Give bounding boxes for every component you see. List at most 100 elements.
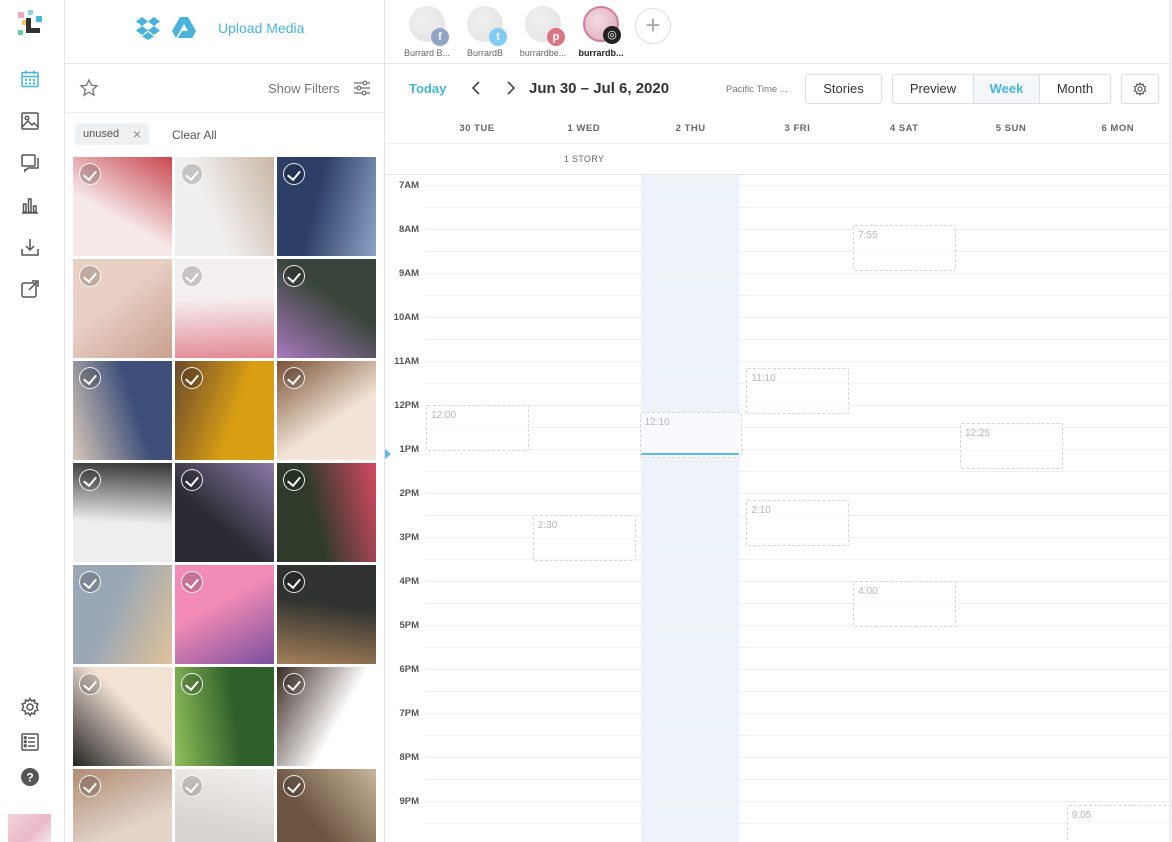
hour-label: 8PM <box>399 752 419 763</box>
hour-line <box>425 339 1172 340</box>
preview-button[interactable]: Preview <box>892 74 974 104</box>
hour-line <box>425 823 1172 824</box>
media-thumb-sky-streetlight[interactable] <box>277 157 376 256</box>
time-slot[interactable]: 7:55 <box>853 225 956 272</box>
select-checkbox[interactable] <box>79 673 101 695</box>
conversations-icon[interactable] <box>19 152 41 174</box>
media-thumb-lipsticks[interactable] <box>73 157 172 256</box>
hour-line <box>425 581 1172 582</box>
select-checkbox[interactable] <box>181 571 203 593</box>
upload-media-button[interactable]: Upload Media <box>218 20 304 36</box>
month-view-button[interactable]: Month <box>1039 74 1111 104</box>
media-thumb-makeup-brushes[interactable] <box>277 565 376 664</box>
link-icon[interactable] <box>19 278 41 300</box>
week-grid: 7AM 8AM 9AM 10AM 11AM 12PM 1PM 2PM 3PM 4PM 5PM 6PM 7… <box>385 175 1172 842</box>
hour-line <box>425 735 1172 736</box>
select-checkbox[interactable] <box>181 775 203 797</box>
stories-button[interactable]: Stories <box>805 74 882 104</box>
time-slot[interactable]: 2:10 <box>746 500 850 547</box>
media-thumb-hand-cream[interactable] <box>73 769 172 842</box>
time-slot[interactable]: 12:25 <box>960 423 1063 470</box>
select-checkbox[interactable] <box>181 469 203 491</box>
today-button[interactable]: Today <box>409 81 446 96</box>
select-checkbox[interactable] <box>283 265 305 287</box>
filter-bar: Show Filters <box>65 64 384 113</box>
media-thumb-skin-product[interactable] <box>175 769 274 842</box>
google-drive-icon[interactable] <box>171 16 197 40</box>
select-checkbox[interactable] <box>181 163 203 185</box>
media-thumb-jar-with-flower[interactable] <box>175 157 274 256</box>
select-checkbox[interactable] <box>79 265 101 287</box>
select-checkbox[interactable] <box>283 775 305 797</box>
media-thumb-floral-hair[interactable] <box>277 361 376 460</box>
media-thumb-plant-leaves[interactable] <box>175 667 274 766</box>
media-thumb-brushes-pink[interactable] <box>175 565 274 664</box>
timezone-select[interactable]: Pacific Time ... <box>726 84 798 95</box>
star-icon[interactable] <box>79 78 99 98</box>
calendar-icon[interactable] <box>19 68 41 90</box>
time-slot[interactable]: 9:05 <box>1066 804 1170 842</box>
media-thumb-graffiti-wall[interactable] <box>73 361 172 460</box>
hour-label: 2PM <box>399 488 419 499</box>
media-thumb-bottle[interactable] <box>277 667 376 766</box>
chevron-left-icon[interactable] <box>467 78 487 98</box>
select-checkbox[interactable] <box>181 673 203 695</box>
app-logo-icon[interactable] <box>14 8 46 40</box>
help-icon[interactable]: ? <box>19 766 41 788</box>
story-count[interactable]: 1 STORY <box>531 154 637 164</box>
add-account-button[interactable]: + <box>635 8 671 44</box>
select-checkbox[interactable] <box>283 673 305 695</box>
select-checkbox[interactable] <box>283 367 305 389</box>
checklist-icon[interactable] <box>19 731 41 753</box>
filter-tag: unused × <box>75 123 150 145</box>
time-slot[interactable]: 2:30 <box>532 515 636 561</box>
select-checkbox[interactable] <box>181 367 203 389</box>
slot-time: 9:05 <box>1071 809 1092 821</box>
day-header: 2 THU <box>675 123 706 134</box>
time-slot[interactable]: 4:00 <box>853 581 956 627</box>
media-thumb-pink-roses[interactable] <box>175 259 274 358</box>
media-thumb-purple-flowers[interactable] <box>277 259 376 358</box>
media-thumb-eye-closeup[interactable] <box>73 259 172 358</box>
media-thumb-woman-trees[interactable] <box>175 463 274 562</box>
select-checkbox[interactable] <box>283 571 305 593</box>
hour-line <box>425 757 1172 758</box>
media-thumb-powder-brushes[interactable] <box>73 667 172 766</box>
calendar-settings-button[interactable] <box>1121 74 1159 104</box>
account-avatar: p <box>525 6 565 46</box>
hour-label: 8AM <box>398 224 419 235</box>
select-checkbox[interactable] <box>79 775 101 797</box>
media-library-panel: Upload Media Show Filters unused × Clear … <box>65 0 385 842</box>
select-checkbox[interactable] <box>181 265 203 287</box>
dropbox-icon[interactable] <box>135 16 161 40</box>
sliders-icon[interactable] <box>353 79 371 97</box>
media-thumb-shop-interior[interactable] <box>277 769 376 842</box>
time-slot[interactable]: 12:10 <box>639 412 743 459</box>
chevron-right-icon[interactable] <box>500 78 520 98</box>
account-ig[interactable]: ◎ burrardb... <box>563 6 639 58</box>
slot-time: 2:30 <box>537 520 558 531</box>
close-icon[interactable]: × <box>133 123 141 145</box>
show-filters-button[interactable]: Show Filters <box>268 81 340 96</box>
time-slot[interactable]: 12:00 <box>426 405 529 451</box>
select-checkbox[interactable] <box>79 367 101 389</box>
clear-all-button[interactable]: Clear All <box>172 128 217 142</box>
media-thumb-mural-woman[interactable] <box>73 565 172 664</box>
analytics-icon[interactable] <box>19 194 41 216</box>
hour-line <box>425 207 1172 208</box>
media-thumb-flower-field[interactable] <box>277 463 376 562</box>
select-checkbox[interactable] <box>283 469 305 491</box>
hour-line <box>425 691 1172 692</box>
select-checkbox[interactable] <box>283 163 305 185</box>
select-checkbox[interactable] <box>79 571 101 593</box>
select-checkbox[interactable] <box>79 163 101 185</box>
avatar[interactable] <box>8 814 51 842</box>
week-view-button[interactable]: Week <box>973 74 1040 104</box>
download-icon[interactable] <box>19 236 41 258</box>
media-thumb-door-ladder[interactable] <box>73 463 172 562</box>
select-checkbox[interactable] <box>79 469 101 491</box>
media-thumb-yellow-top[interactable] <box>175 361 274 460</box>
gallery-icon[interactable] <box>19 110 41 132</box>
time-slot[interactable]: 11:10 <box>746 368 850 415</box>
gear-icon[interactable] <box>19 696 41 718</box>
